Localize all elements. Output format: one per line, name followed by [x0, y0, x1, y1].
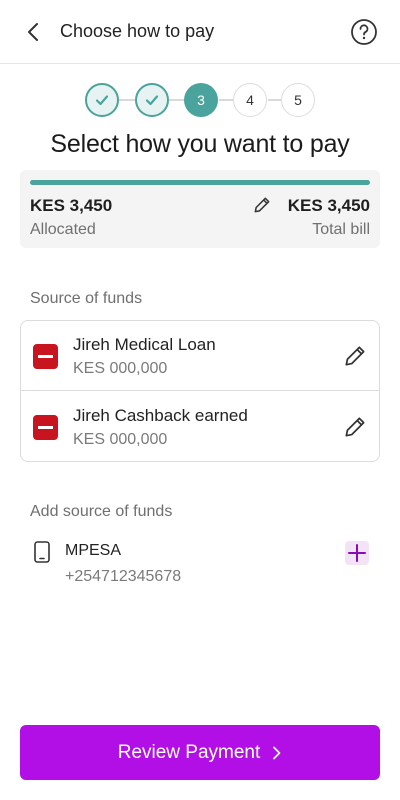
fund-name: Jireh Cashback earned — [73, 406, 248, 425]
add-source-label: Add source of funds — [30, 503, 173, 520]
progress-stepper: 3 4 5 — [85, 83, 315, 117]
step-4: 4 — [233, 83, 267, 117]
total-bill-amount: KES 3,450 — [287, 196, 370, 215]
help-icon[interactable] — [350, 18, 378, 46]
step-connector — [169, 99, 185, 101]
check-icon — [145, 95, 159, 106]
step-2-complete — [135, 83, 169, 117]
review-payment-button[interactable]: Review Payment — [20, 725, 380, 780]
page-title: Choose how to pay — [60, 21, 215, 41]
check-icon — [95, 95, 109, 106]
edit-pencil-icon[interactable] — [342, 414, 368, 440]
mobile-phone-icon — [34, 541, 50, 563]
add-source-button[interactable] — [345, 541, 369, 565]
chevron-right-icon — [273, 746, 281, 759]
edit-pencil-icon[interactable] — [252, 195, 272, 215]
remove-icon[interactable] — [33, 415, 58, 440]
allocated-label: Allocated — [30, 221, 96, 238]
step-3-current: 3 — [184, 83, 218, 117]
payment-summary-card: KES 3,450 Allocated KES 3,450 Total bill — [20, 170, 380, 248]
edit-pencil-icon[interactable] — [342, 343, 368, 369]
source-of-funds-list: Jireh Medical Loan KES 000,000 Jireh Cas… — [20, 320, 380, 462]
fund-name: Jireh Medical Loan — [73, 335, 216, 354]
step-5: 5 — [281, 83, 315, 117]
section-heading: Select how you want to pay — [50, 130, 350, 158]
plus-icon — [348, 544, 366, 562]
payment-method-phone: +254712345678 — [65, 568, 182, 585]
review-payment-label: Review Payment — [117, 741, 261, 763]
back-arrow-icon[interactable] — [22, 20, 46, 44]
step-1-complete — [85, 83, 119, 117]
list-item: Jireh Cashback earned KES 000,000 — [21, 392, 379, 462]
top-app-bar: Choose how to pay — [0, 0, 400, 64]
allocated-amount: KES 3,450 — [30, 196, 113, 215]
fund-amount: KES 000,000 — [73, 360, 168, 377]
total-bill-label: Total bill — [312, 221, 370, 238]
remove-icon[interactable] — [33, 344, 58, 369]
payment-method-name: MPESA — [65, 542, 122, 559]
source-of-funds-label: Source of funds — [30, 290, 143, 307]
list-item: Jireh Medical Loan KES 000,000 — [21, 321, 379, 391]
allocation-progress-bar — [30, 180, 370, 185]
step-connector — [119, 99, 135, 101]
fund-amount: KES 000,000 — [73, 431, 168, 448]
